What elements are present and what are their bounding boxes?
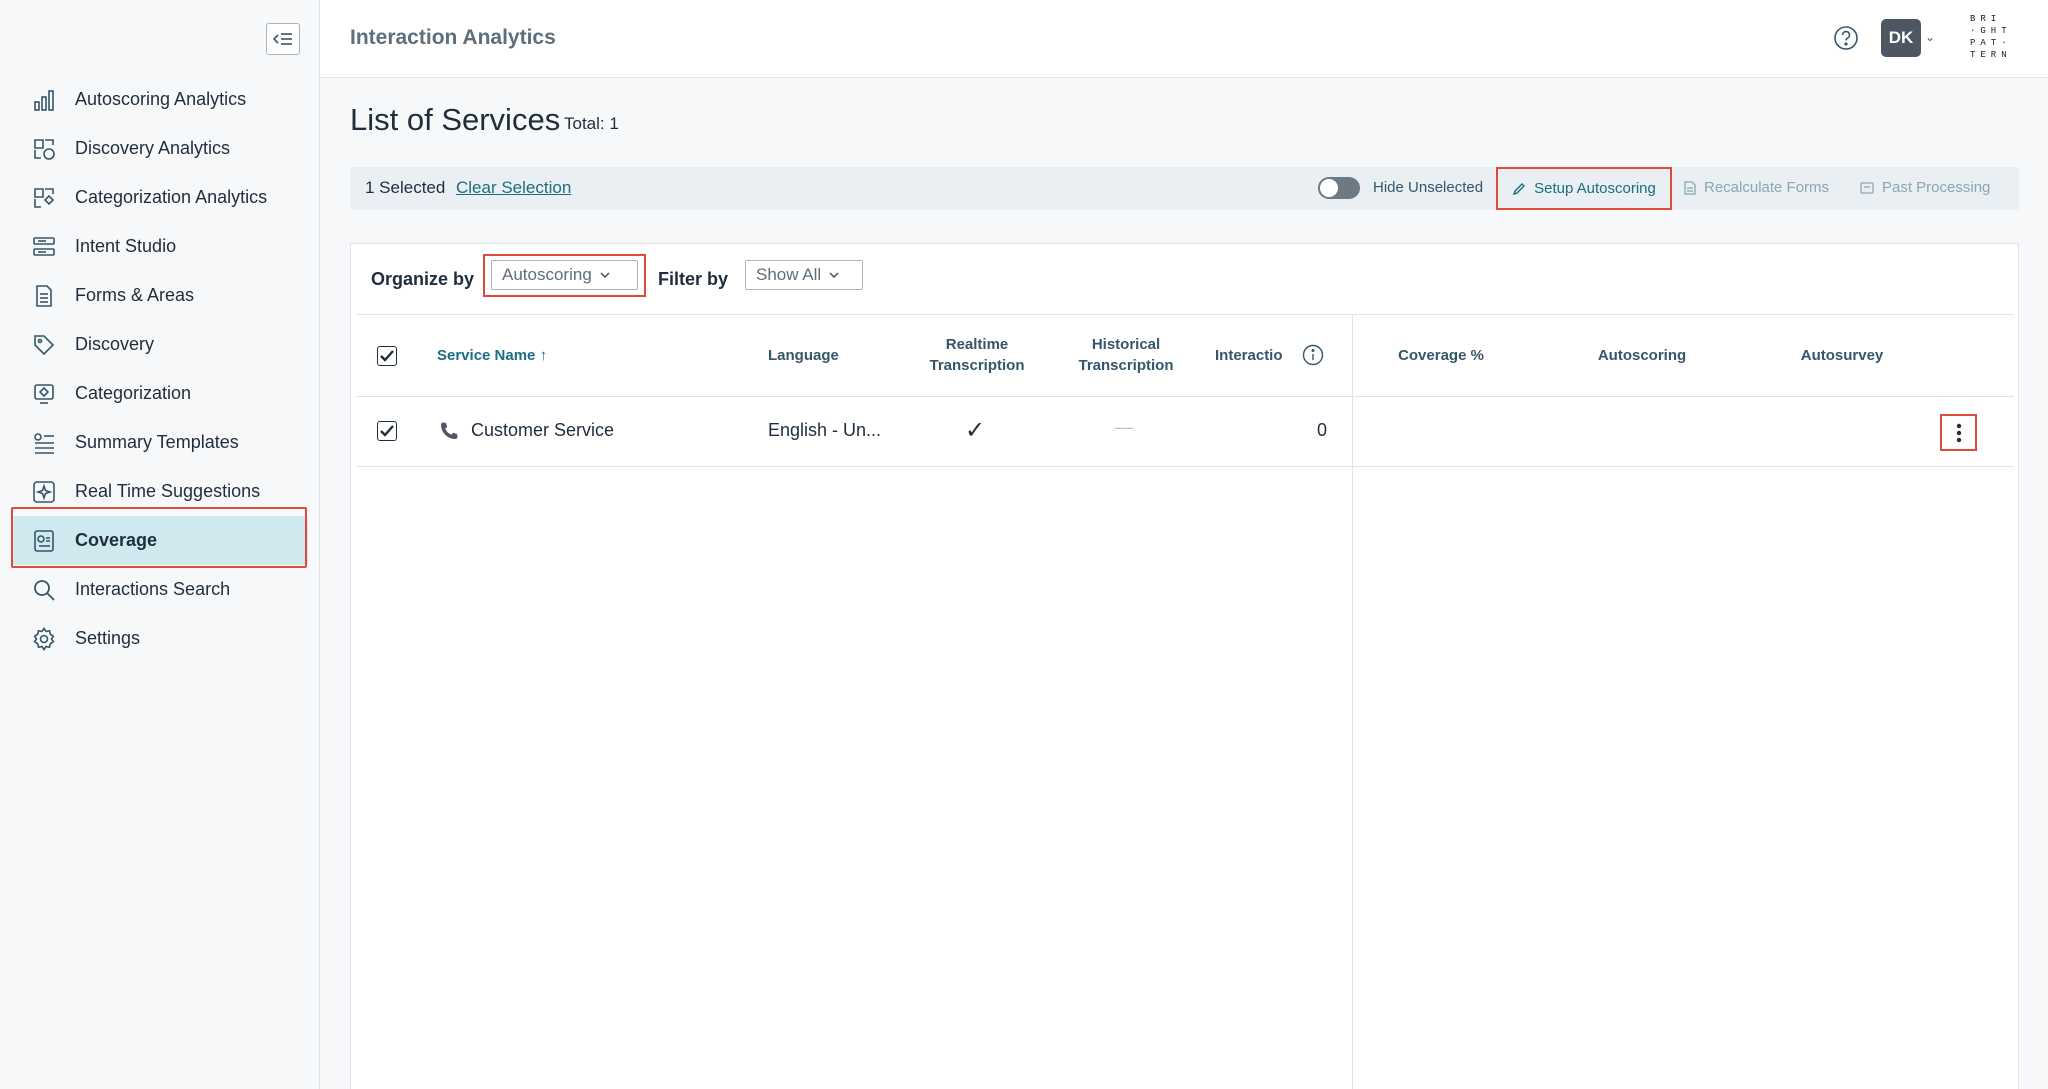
chevron-down-icon[interactable]: ⌄ <box>1925 30 1935 44</box>
interactions-value: 0 <box>1317 420 1328 440</box>
page-title: List of Services <box>350 102 561 137</box>
filter-by-select[interactable]: Show All <box>745 260 863 290</box>
search-icon <box>30 576 58 604</box>
bar-chart-icon <box>30 86 58 114</box>
column-autosurvey[interactable]: Autosurvey <box>1777 345 1907 366</box>
discovery-analytics-icon <box>30 135 58 163</box>
sidebar-item-label: Settings <box>75 628 141 648</box>
column-historical-transcription[interactable]: Historical Transcription <box>1066 334 1186 376</box>
categorization-icon <box>30 380 58 408</box>
document-icon <box>1684 180 1696 195</box>
column-language[interactable]: Language <box>768 345 839 366</box>
forms-icon <box>30 282 58 310</box>
column-coverage[interactable]: Coverage % <box>1381 345 1501 366</box>
sidebar-item-discovery-analytics[interactable]: Discovery Analytics <box>12 124 308 173</box>
select-all-checkbox[interactable] <box>377 346 397 366</box>
tag-icon <box>30 331 58 359</box>
filter-by-label: Filter by <box>658 269 729 289</box>
hide-unselected-toggle[interactable] <box>1318 177 1360 199</box>
recalculate-forms-button[interactable]: Recalculate Forms <box>1684 179 1829 196</box>
coverage-icon <box>30 527 58 555</box>
sort-asc-icon: ↑ <box>539 347 548 364</box>
gear-icon <box>30 625 58 653</box>
column-interactions[interactable]: Interactio <box>1215 345 1291 366</box>
info-icon[interactable] <box>1302 344 1324 371</box>
table-header: Service Name ↑ Language Realtime Transcri… <box>357 314 2014 397</box>
selection-bar: 1 Selected Clear Selection Hide Unselect… <box>350 167 2019 210</box>
sidebar-item-discovery[interactable]: Discovery <box>12 320 308 369</box>
sidebar-item-interactions-search[interactable]: Interactions Search <box>12 565 308 614</box>
sidebar-item-intent-studio[interactable]: Intent Studio <box>12 222 308 271</box>
sidebar-item-label: Discovery <box>75 334 155 354</box>
column-service-name[interactable]: Service Name ↑ <box>437 345 547 366</box>
sidebar: Autoscoring Analytics Discovery Analytic… <box>0 0 320 1089</box>
brand-logo: BRI ·GHT PAT· TERN <box>1970 14 2012 60</box>
sidebar-item-label: Interactions Search <box>75 579 231 599</box>
sidebar-item-categorization-analytics[interactable]: Categorization Analytics <box>12 173 308 222</box>
main-content: List of Services Total: 1 1 Selected Cle… <box>320 78 2048 1089</box>
help-icon[interactable] <box>1833 25 1859 51</box>
selected-count: 1 Selected <box>365 178 446 197</box>
app-title: Interaction Analytics <box>350 26 556 49</box>
sidebar-item-label: Categorization Analytics <box>75 187 268 207</box>
services-panel: Organize by Autoscoring Filter by Show A… <box>350 243 2019 1089</box>
checkmark-icon <box>380 350 394 362</box>
sidebar-item-real-time-suggestions[interactable]: Real Time Suggestions <box>12 467 308 516</box>
more-vertical-icon <box>1956 423 1961 442</box>
summary-templates-icon <box>30 429 58 457</box>
phone-icon <box>439 421 459 446</box>
clear-selection-link[interactable]: Clear Selection <box>456 178 571 198</box>
sidebar-item-categorization[interactable]: Categorization <box>12 369 308 418</box>
top-header: Interaction Analytics DK ⌄ BRI ·GHT PAT·… <box>320 0 2048 78</box>
sidebar-item-label: Autoscoring Analytics <box>75 89 247 109</box>
sidebar-item-settings[interactable]: Settings <box>12 614 308 663</box>
chevron-down-icon <box>829 272 839 278</box>
suggestions-icon <box>30 478 58 506</box>
sidebar-item-summary-templates[interactable]: Summary Templates <box>12 418 308 467</box>
collapse-sidebar-button[interactable] <box>266 23 300 55</box>
hide-unselected-label: Hide Unselected <box>1373 179 1484 196</box>
organize-by-label: Organize by <box>371 269 475 289</box>
language-value: English - Un... <box>768 420 882 440</box>
past-processing-button[interactable]: Past Processing <box>1860 179 1990 196</box>
archive-icon <box>1860 181 1874 194</box>
column-autoscoring[interactable]: Autoscoring <box>1577 345 1707 366</box>
sidebar-item-forms-areas[interactable]: Forms & Areas <box>12 271 308 320</box>
historical-value: — <box>1115 417 1133 437</box>
column-realtime-transcription[interactable]: Realtime Transcription <box>917 334 1037 376</box>
table-row[interactable]: Customer Service English - Un... ✓ — 0 <box>357 397 2014 467</box>
total-count: Total: 1 <box>564 114 619 133</box>
sidebar-item-label: Intent Studio <box>75 236 177 256</box>
organize-by-select[interactable]: Autoscoring <box>491 260 638 290</box>
sidebar-item-label: Coverage <box>75 530 158 550</box>
intent-studio-icon <box>30 233 58 261</box>
pencil-icon <box>1513 182 1526 195</box>
categorization-analytics-icon <box>30 184 58 212</box>
sidebar-item-label: Forms & Areas <box>75 285 195 305</box>
sidebar-item-label: Real Time Suggestions <box>75 481 261 501</box>
sidebar-item-autoscoring-analytics[interactable]: Autoscoring Analytics <box>12 75 308 124</box>
setup-autoscoring-button[interactable]: Setup Autoscoring <box>1496 167 1672 210</box>
chevron-down-icon <box>600 272 610 278</box>
row-actions-button[interactable] <box>1940 414 1977 451</box>
sidebar-item-coverage[interactable]: Coverage <box>12 516 308 565</box>
sidebar-item-label: Categorization <box>75 383 192 403</box>
row-checkbox[interactable] <box>377 421 397 441</box>
avatar[interactable]: DK <box>1881 19 1921 57</box>
service-name[interactable]: Customer Service <box>471 420 614 441</box>
realtime-check-icon: ✓ <box>965 417 986 444</box>
checkmark-icon <box>380 425 394 437</box>
collapse-icon <box>273 33 292 45</box>
sidebar-item-label: Discovery Analytics <box>75 138 231 158</box>
sidebar-nav: Autoscoring Analytics Discovery Analytic… <box>12 75 308 663</box>
sidebar-item-label: Summary Templates <box>75 432 239 452</box>
